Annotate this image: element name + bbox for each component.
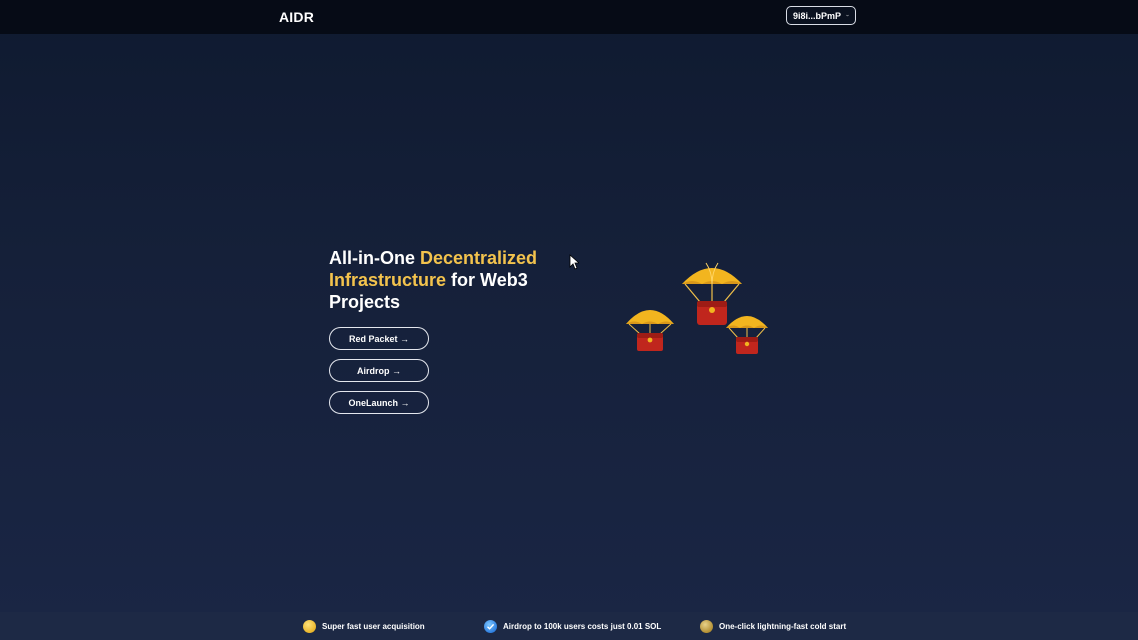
feature-text: Super fast user acquisition — [322, 622, 425, 631]
red-packet-button[interactable]: Red Packet → — [329, 327, 429, 350]
top-navbar: AIDR 9i8i...bPmP — [0, 0, 1138, 34]
airdrop-button[interactable]: Airdrop → — [329, 359, 429, 382]
parachute-small-right-icon — [726, 316, 768, 354]
hero-title-part1: All-in-One — [329, 248, 420, 268]
parachute-airdrop-illustration — [626, 262, 768, 354]
feature-bar: Super fast user acquisition Airdrop to 1… — [0, 612, 1138, 640]
wallet-button[interactable]: 9i8i...bPmP — [786, 6, 856, 25]
check-badge-icon — [484, 620, 497, 633]
feature-item: One-click lightning-fast cold start — [700, 620, 846, 633]
parachute-small-left-icon — [626, 310, 674, 351]
wallet-address: 9i8i...bPmP — [793, 10, 842, 21]
gold-coin-icon — [303, 620, 316, 633]
hero-title: All-in-One Decentralized Infrastructure … — [329, 247, 569, 313]
feature-item: Super fast user acquisition — [303, 620, 425, 633]
chevron-down-icon — [846, 14, 849, 17]
app-logo[interactable]: AIDR — [279, 9, 314, 25]
feature-item: Airdrop to 100k users costs just 0.01 SO… — [484, 620, 661, 633]
parachute-large-icon — [682, 262, 742, 325]
onelaunch-button[interactable]: OneLaunch → — [329, 391, 429, 414]
feature-text: Airdrop to 100k users costs just 0.01 SO… — [503, 622, 662, 631]
coin-icon — [700, 620, 713, 633]
feature-text: One-click lightning-fast cold start — [719, 622, 847, 631]
mouse-cursor-icon — [569, 254, 579, 270]
